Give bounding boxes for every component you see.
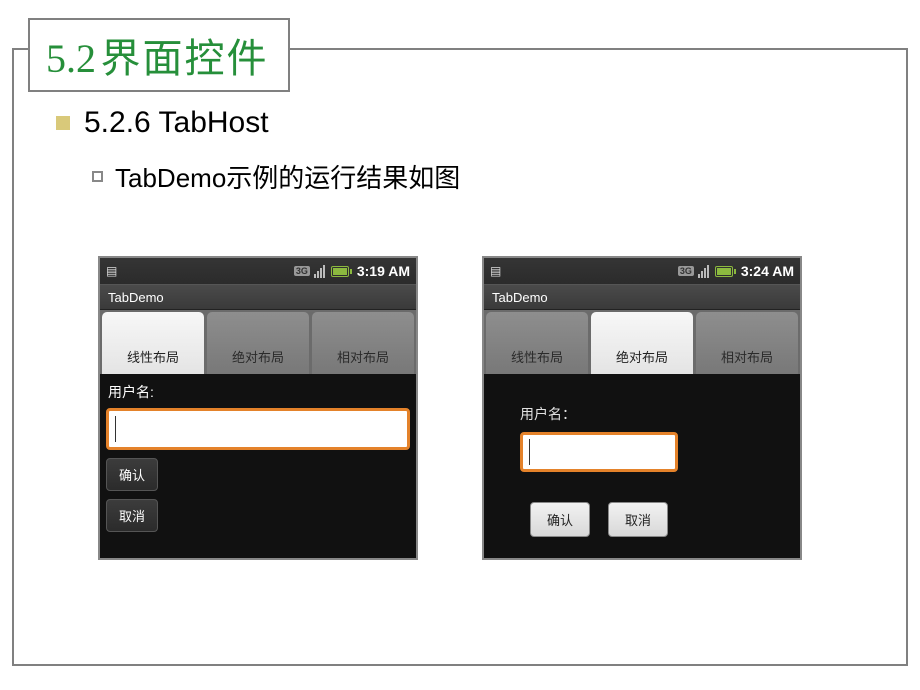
text-cursor — [115, 416, 116, 442]
tab-relative-layout[interactable]: 相对布局 — [696, 312, 798, 374]
text-cursor — [529, 439, 530, 465]
bullet-outline-icon — [92, 171, 103, 182]
battery-icon — [331, 266, 349, 277]
app-title-text: TabDemo — [492, 290, 548, 305]
app-title-text: TabDemo — [108, 290, 164, 305]
signal-icon — [698, 265, 709, 278]
username-input[interactable] — [520, 432, 678, 472]
confirm-button[interactable]: 确认 — [530, 502, 590, 537]
heading-2: 5.2.6 TabHost — [56, 106, 269, 140]
title-text: 界面控件 — [100, 36, 268, 81]
tab-bar: 线性布局 绝对布局 相对布局 — [100, 310, 416, 374]
status-bar: ▤ 3G 3:19 AM — [100, 258, 416, 284]
phone-screenshot-2: ▤ 3G 3:24 AM TabDemo 线性布局 绝对布局 相对布局 用户名： — [482, 256, 802, 560]
tab-relative-layout[interactable]: 相对布局 — [312, 312, 414, 374]
battery-icon — [715, 266, 733, 277]
sim-icon: ▤ — [106, 264, 117, 278]
heading-3: TabDemo示例的运行结果如图 — [92, 158, 460, 195]
sim-icon: ▤ — [490, 264, 501, 278]
app-title-bar: TabDemo — [484, 284, 800, 310]
tab-content: 用户名： 确认 取消 — [484, 374, 800, 558]
bullet-icon — [56, 116, 70, 130]
username-label: 用户名： — [520, 404, 780, 424]
phone-screenshot-1: ▤ 3G 3:19 AM TabDemo 线性布局 绝对布局 相对布局 用户名: — [98, 256, 418, 560]
slide-frame: 5.2.6 TabHost TabDemo示例的运行结果如图 ▤ 3G 3:19… — [12, 48, 908, 666]
app-title-bar: TabDemo — [100, 284, 416, 310]
network-3g-icon: 3G — [678, 266, 694, 276]
username-input[interactable] — [106, 408, 410, 450]
tab-content: 用户名: 确认 取消 — [100, 374, 416, 558]
tab-absolute-layout[interactable]: 绝对布局 — [207, 312, 309, 374]
slide-title: 5.2 界面控件 — [28, 18, 290, 92]
signal-icon — [314, 265, 325, 278]
cancel-button[interactable]: 取消 — [608, 502, 668, 537]
heading-2-text: 5.2.6 TabHost — [84, 106, 269, 140]
tab-linear-layout[interactable]: 线性布局 — [102, 312, 204, 374]
cancel-button[interactable]: 取消 — [106, 499, 158, 532]
title-number: 5.2 — [46, 36, 96, 81]
heading-3-text: TabDemo示例的运行结果如图 — [115, 158, 460, 195]
status-time: 3:19 AM — [357, 263, 410, 279]
screenshots-row: ▤ 3G 3:19 AM TabDemo 线性布局 绝对布局 相对布局 用户名: — [98, 256, 802, 560]
tab-bar: 线性布局 绝对布局 相对布局 — [484, 310, 800, 374]
status-time: 3:24 AM — [741, 263, 794, 279]
username-label: 用户名: — [108, 382, 410, 402]
status-bar: ▤ 3G 3:24 AM — [484, 258, 800, 284]
network-3g-icon: 3G — [294, 266, 310, 276]
confirm-button[interactable]: 确认 — [106, 458, 158, 491]
tab-linear-layout[interactable]: 线性布局 — [486, 312, 588, 374]
tab-absolute-layout[interactable]: 绝对布局 — [591, 312, 693, 374]
